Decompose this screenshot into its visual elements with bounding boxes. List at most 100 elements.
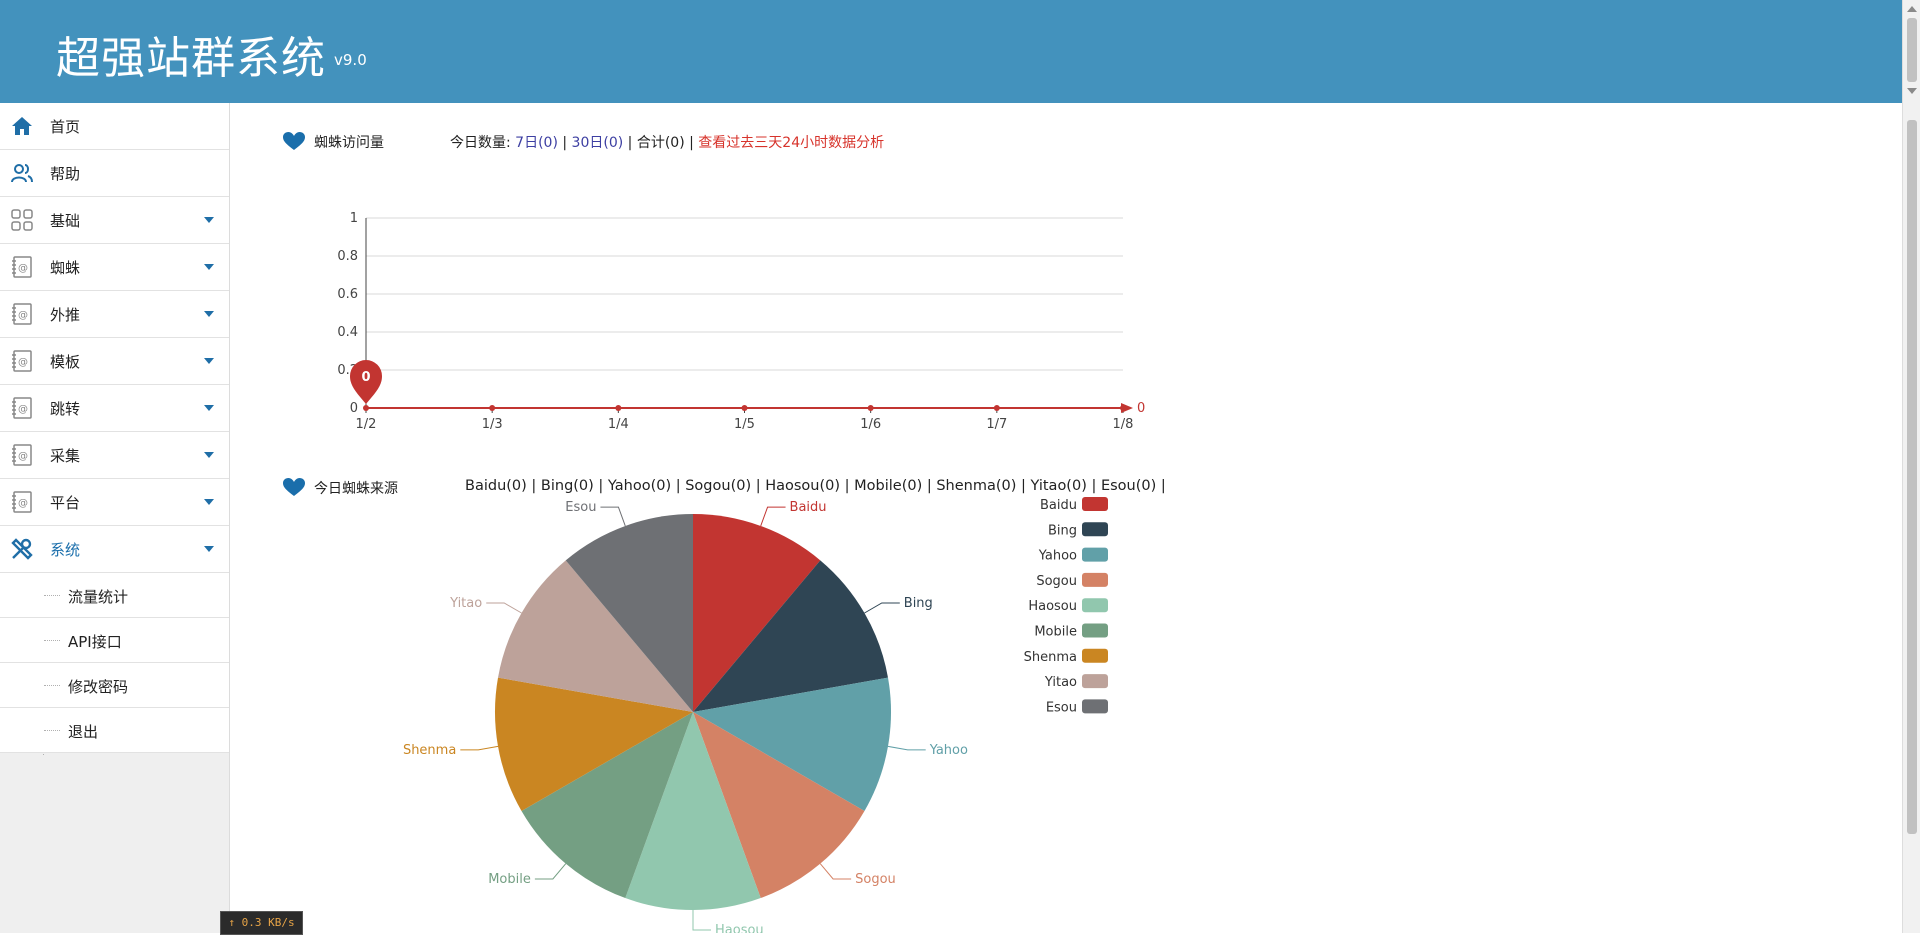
pie-label: Sogou bbox=[855, 872, 896, 887]
sidebar-item-promote[interactable]: @ 外推 bbox=[0, 291, 229, 338]
sources-pie-chart: Baidu Bing Yahoo Sogou Haosou Mobile Shenma Yit… bbox=[403, 497, 1108, 933]
chevron-down-icon bbox=[204, 217, 214, 223]
x-tick-label: 1/6 bbox=[860, 417, 881, 432]
pie-label: Bing bbox=[904, 596, 933, 611]
data-point bbox=[993, 405, 1000, 411]
stat-30-days-link[interactable]: 30日(0) bbox=[572, 135, 624, 151]
submenu-item-change-password[interactable]: 修改密码 bbox=[0, 663, 229, 708]
legend-swatch bbox=[1082, 547, 1108, 562]
scrollbar-thumb[interactable] bbox=[1907, 18, 1917, 82]
sidebar-item-label: 采集 bbox=[50, 447, 81, 465]
sidebar-item-label: 蜘蛛 bbox=[50, 259, 81, 277]
chevron-down-icon bbox=[204, 358, 214, 364]
data-point bbox=[615, 405, 622, 411]
section-heading-visits: 蜘蛛访问量 bbox=[314, 135, 384, 151]
address-book-icon: @ bbox=[12, 444, 32, 466]
x-tick-label: 1/4 bbox=[608, 417, 629, 432]
chevron-down-icon bbox=[204, 264, 214, 270]
scrollbar-thumb[interactable] bbox=[1907, 120, 1917, 834]
line-end-arrow bbox=[1121, 403, 1133, 413]
sidebar: 首页 帮助 基础 @ 蜘蛛 @ 外推 @ 模板 @ 跳转 @ 采集 @ 平台 系… bbox=[0, 103, 230, 933]
sidebar-item-label: 外推 bbox=[50, 306, 81, 324]
analysis-link[interactable]: 查看过去三天24小时数据分析 bbox=[698, 135, 884, 151]
grid-icon bbox=[11, 209, 33, 231]
address-book-icon: @ bbox=[12, 491, 32, 513]
sidebar-item-redirect[interactable]: @ 跳转 bbox=[0, 385, 229, 432]
heart-icon bbox=[283, 478, 305, 496]
svg-text:@: @ bbox=[18, 310, 28, 321]
pie-label-line bbox=[486, 602, 522, 614]
submenu-item-logout[interactable]: 退出 bbox=[0, 708, 229, 753]
app-version: v9.0 bbox=[334, 51, 367, 69]
markpoint-label: 0 bbox=[361, 370, 370, 385]
y-tick-label: 1 bbox=[350, 211, 358, 226]
data-point bbox=[363, 405, 369, 411]
sidebar-item-spider[interactable]: @ 蜘蛛 bbox=[0, 244, 229, 291]
home-icon bbox=[12, 117, 32, 135]
pie-label-line bbox=[760, 506, 786, 527]
submenu-item-label: 退出 bbox=[68, 723, 99, 741]
legend-label: Bing bbox=[1048, 523, 1077, 538]
scroll-down-icon[interactable] bbox=[1907, 88, 1917, 94]
data-point bbox=[741, 405, 748, 411]
heart-icon bbox=[283, 132, 305, 150]
pie-label-line bbox=[460, 745, 499, 751]
scroll-up-icon[interactable] bbox=[1907, 6, 1917, 12]
stat-7-days-link[interactable]: 7日(0) bbox=[515, 135, 558, 151]
pie-label: Baidu bbox=[790, 500, 827, 515]
pie-label-line bbox=[600, 506, 626, 527]
pie-label-line bbox=[819, 863, 852, 880]
sidebar-item-label: 跳转 bbox=[50, 400, 81, 418]
sidebar-item-system[interactable]: 系统 bbox=[0, 526, 229, 573]
sidebar-item-template[interactable]: @ 模板 bbox=[0, 338, 229, 385]
line-end-label: 0 bbox=[1137, 401, 1145, 416]
sidebar-item-platform[interactable]: @ 平台 bbox=[0, 479, 229, 526]
submenu-item-traffic-stats[interactable]: 流量统计 bbox=[0, 573, 229, 618]
sidebar-item-collect[interactable]: @ 采集 bbox=[0, 432, 229, 479]
legend-swatch bbox=[1082, 522, 1108, 537]
x-tick-label: 1/5 bbox=[734, 417, 755, 432]
sidebar-item-home[interactable]: 首页 bbox=[0, 103, 229, 150]
pie-label: Yitao bbox=[449, 596, 482, 611]
submenu-item-label: API接口 bbox=[68, 633, 122, 651]
submenu-item-api[interactable]: API接口 bbox=[0, 618, 229, 663]
x-tick-label: 1/7 bbox=[986, 417, 1007, 432]
sidebar-item-basic[interactable]: 基础 bbox=[0, 197, 229, 244]
sidebar-item-help[interactable]: 帮助 bbox=[0, 150, 229, 197]
chevron-down-icon bbox=[204, 452, 214, 458]
legend-label: Baidu bbox=[1040, 498, 1077, 513]
legend-label: Haosou bbox=[1028, 599, 1077, 614]
address-book-icon: @ bbox=[12, 256, 32, 278]
pie-label: Esou bbox=[565, 500, 596, 515]
sidebar-item-label: 平台 bbox=[50, 494, 81, 512]
y-tick-label: 0.6 bbox=[337, 287, 358, 302]
legend-swatch bbox=[1082, 623, 1108, 638]
legend-swatch bbox=[1082, 598, 1108, 613]
chevron-down-icon bbox=[204, 499, 214, 505]
y-tick-label: 0.8 bbox=[337, 249, 358, 264]
tree-connector bbox=[44, 640, 60, 641]
pie-label: Haosou bbox=[715, 923, 764, 933]
y-tick-label: 0 bbox=[350, 401, 358, 416]
page-scrollbar[interactable] bbox=[1902, 0, 1920, 933]
pie-label: Mobile bbox=[488, 872, 531, 887]
submenu-item-label: 修改密码 bbox=[68, 678, 129, 696]
x-tick-label: 1/8 bbox=[1113, 417, 1134, 432]
pie-label-line bbox=[864, 602, 900, 614]
sidebar-item-label: 模板 bbox=[50, 353, 81, 371]
separator: | bbox=[562, 135, 568, 151]
data-point bbox=[489, 405, 496, 411]
submenu-item-label: 流量统计 bbox=[68, 588, 129, 606]
sidebar-item-label: 系统 bbox=[50, 541, 81, 559]
users-icon bbox=[11, 164, 33, 183]
address-book-icon: @ bbox=[12, 303, 32, 325]
today-label: 今日数量: bbox=[450, 135, 511, 151]
legend-swatch bbox=[1082, 699, 1108, 714]
stat-total: 合计(0) bbox=[636, 135, 685, 151]
pie-label-line bbox=[887, 745, 926, 751]
app-header: 超强站群系统 v9.0 bbox=[0, 0, 1902, 103]
legend-label: Esou bbox=[1046, 700, 1077, 715]
wrench-icon bbox=[11, 538, 33, 560]
legend-label: Mobile bbox=[1034, 625, 1077, 640]
svg-text:@: @ bbox=[18, 498, 28, 509]
